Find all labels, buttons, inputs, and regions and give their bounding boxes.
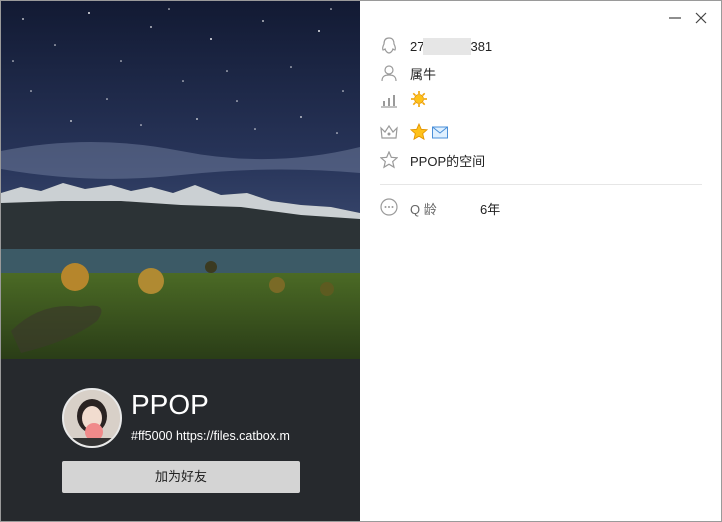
crown-icon (380, 123, 398, 141)
qq-number-prefix: 27 (410, 38, 425, 54)
qage-row (380, 196, 398, 218)
add-friend-button[interactable]: 加为好友 (62, 461, 300, 493)
left-panel: PPOP #ff5000 https://files.catbox.m 加为好友 (1, 1, 360, 521)
close-icon (695, 12, 707, 24)
minimize-button[interactable] (667, 10, 683, 26)
signature: #ff5000 https://files.catbox.m (131, 429, 290, 443)
vip-badges[interactable] (410, 123, 449, 141)
minimize-icon (669, 17, 681, 19)
nickname: PPOP (131, 389, 209, 420)
level-badges[interactable] (410, 90, 428, 111)
penguin-icon (380, 37, 398, 55)
profile-card: PPOP #ff5000 https://files.catbox.m 加为好友 (1, 359, 360, 521)
divider (380, 184, 702, 185)
more-icon (380, 198, 398, 216)
qq-number-suffix: 381 (470, 38, 493, 54)
cover-photo (1, 1, 360, 359)
close-button[interactable] (693, 10, 709, 26)
qage-value: 6年 (480, 202, 501, 217)
qq-number: 27 381 (410, 37, 493, 55)
level-row (380, 89, 427, 111)
window-controls (667, 10, 709, 26)
zodiac-row: 属牛 (380, 62, 436, 84)
star-icon (380, 151, 398, 169)
space-row: PPOP的空间 (380, 149, 485, 171)
sun-icon (411, 90, 427, 107)
qage-label: Q 龄 (410, 202, 437, 217)
mail-icon (432, 126, 448, 139)
qq-number-row: 27 381 (380, 35, 492, 57)
user-icon (380, 64, 398, 82)
right-panel: 27 381 属牛 PPOP的空间 Q 龄 6年 (360, 1, 721, 521)
star-badge-icon (410, 123, 428, 141)
qq-number-mask (423, 37, 472, 55)
bar-chart-icon (380, 91, 398, 109)
profile-window: PPOP #ff5000 https://files.catbox.m 加为好友… (0, 0, 722, 522)
vip-row (380, 121, 448, 143)
space-link[interactable]: PPOP的空间 (410, 151, 485, 170)
avatar[interactable] (62, 388, 122, 448)
zodiac-value: 属牛 (410, 66, 437, 82)
